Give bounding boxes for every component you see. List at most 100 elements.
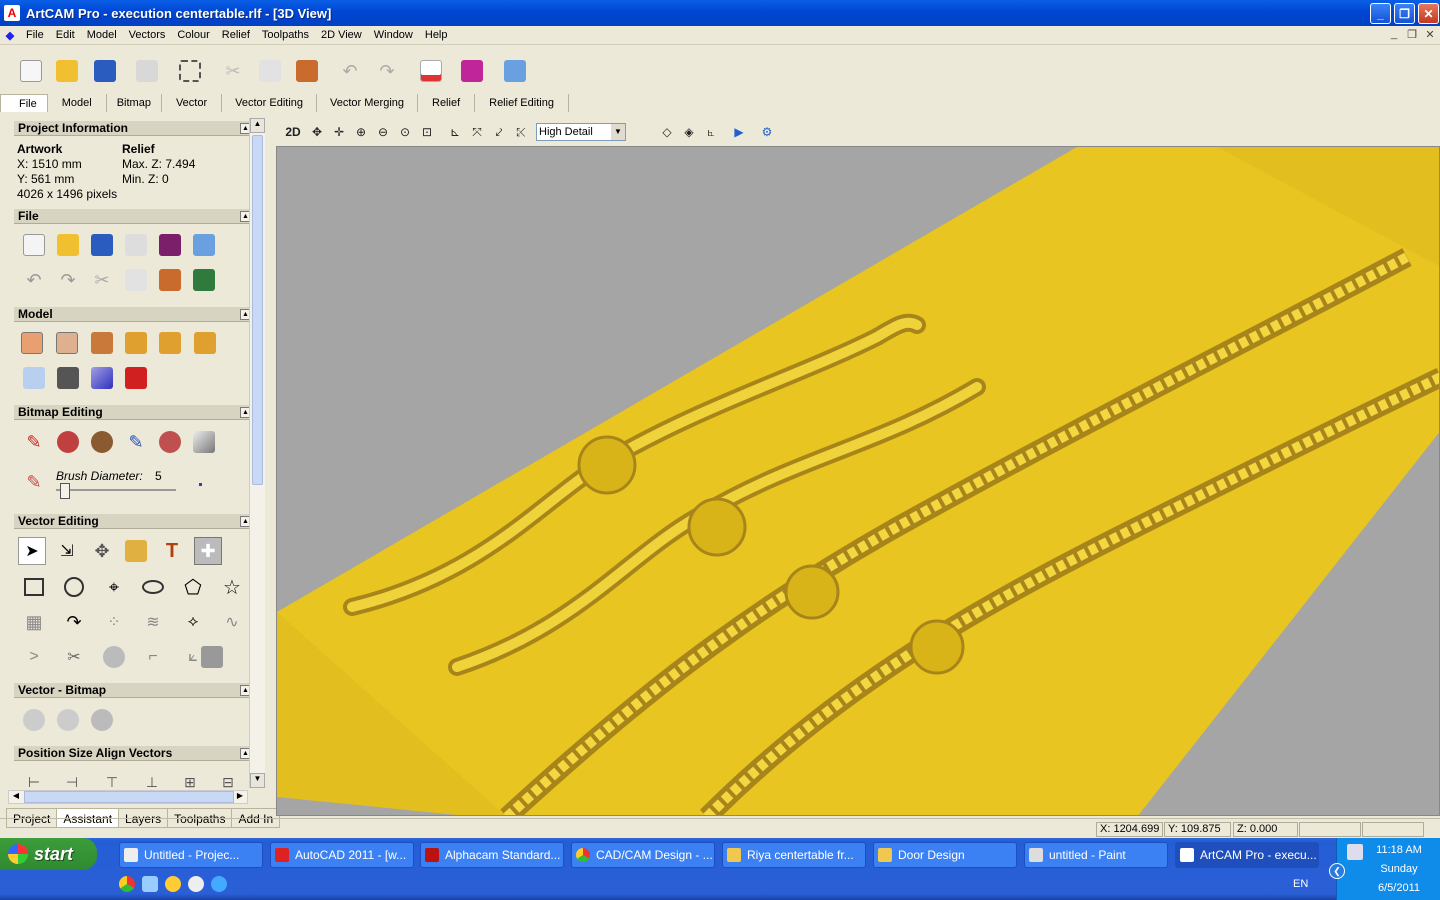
section-file[interactable]: File ▲ bbox=[14, 209, 254, 224]
task-paint[interactable]: untitled - Paint bbox=[1024, 842, 1168, 868]
trim-icon[interactable]: ✂ bbox=[60, 643, 88, 671]
open-folder-icon[interactable] bbox=[52, 56, 82, 86]
axes-icon[interactable]: ⦜ bbox=[700, 122, 722, 142]
task-cadcam-design[interactable]: CAD/CAM Design - ... bbox=[571, 842, 715, 868]
task-riya-centertable[interactable]: Riya centertable fr... bbox=[722, 842, 866, 868]
ellipse-icon[interactable] bbox=[139, 573, 167, 601]
zoom-box-icon[interactable]: ⊙ bbox=[394, 122, 416, 142]
circle-icon[interactable] bbox=[60, 573, 88, 601]
model-paint-icon[interactable] bbox=[122, 364, 150, 392]
panel-vertical-scrollbar[interactable]: ▲ ▼ bbox=[249, 118, 265, 788]
vector-to-bitmap-icon[interactable] bbox=[20, 706, 48, 734]
section-vector-editing[interactable]: Vector Editing ▲ bbox=[14, 514, 254, 529]
select-area-icon[interactable] bbox=[175, 56, 205, 86]
language-indicator[interactable]: EN bbox=[1293, 878, 1308, 890]
task-untitled-project[interactable]: Untitled - Projec... bbox=[119, 842, 263, 868]
detail-level-select[interactable]: High Detail ▼ bbox=[536, 123, 626, 141]
print-model-icon[interactable] bbox=[122, 231, 150, 259]
maximize-button[interactable]: ❐ bbox=[1394, 3, 1415, 24]
ribbon-tab-model[interactable]: Model bbox=[48, 94, 107, 112]
text-library-icon[interactable] bbox=[190, 266, 218, 294]
x-view-icon[interactable]: ⤧ bbox=[466, 122, 488, 142]
new-file-icon[interactable] bbox=[16, 56, 46, 86]
new-model-icon[interactable] bbox=[20, 231, 48, 259]
redo-icon[interactable]: ↷ bbox=[372, 56, 402, 86]
menu-window[interactable]: Window bbox=[368, 29, 419, 41]
fill-icon[interactable] bbox=[54, 428, 82, 456]
wireframe-icon[interactable]: ◇ bbox=[656, 122, 678, 142]
section-vector-bitmap[interactable]: Vector - Bitmap ▲ bbox=[14, 683, 254, 698]
model-origin-icon[interactable] bbox=[20, 364, 48, 392]
split-icon[interactable]: ⟡ bbox=[179, 608, 207, 636]
task-alphacam[interactable]: Alphacam Standard... bbox=[420, 842, 564, 868]
section-position-size-align[interactable]: Position Size Align Vectors ▲ bbox=[14, 746, 254, 761]
gradient-icon[interactable] bbox=[190, 428, 218, 456]
2d-view-button[interactable]: 2D bbox=[280, 122, 306, 142]
zoom-out-icon[interactable]: ⊖ bbox=[372, 122, 394, 142]
settings-icon[interactable] bbox=[190, 231, 218, 259]
open-model-icon[interactable] bbox=[54, 231, 82, 259]
task-artcam[interactable]: ArtCAM Pro - execu... bbox=[1175, 842, 1319, 868]
quicklaunch-browser-icon[interactable] bbox=[211, 876, 227, 892]
fillet-icon[interactable]: ⌐ bbox=[139, 643, 167, 671]
task-autocad[interactable]: AutoCAD 2011 - [w... bbox=[270, 842, 414, 868]
quicklaunch-ie-icon[interactable] bbox=[142, 876, 158, 892]
cut-panel-icon[interactable]: ✂ bbox=[88, 266, 116, 294]
model-bear-icon[interactable] bbox=[122, 329, 150, 357]
extend-icon[interactable]: > bbox=[20, 643, 48, 671]
nest-icon[interactable] bbox=[100, 643, 128, 671]
mdi-minimize-button[interactable]: _ bbox=[1386, 28, 1402, 42]
create-vector-icon[interactable] bbox=[88, 706, 116, 734]
section-model[interactable]: Model ▲ bbox=[14, 307, 254, 322]
ribbon-tab-relief-editing[interactable]: Relief Editing bbox=[475, 94, 569, 112]
brush-slider-handle[interactable] bbox=[60, 483, 70, 499]
select-arrow-icon[interactable]: ➤ bbox=[18, 537, 46, 565]
star-icon[interactable]: ☆ bbox=[218, 573, 246, 601]
ribbon-tab-vector-editing[interactable]: Vector Editing bbox=[222, 94, 318, 112]
model-resolution-icon[interactable] bbox=[53, 329, 81, 357]
ribbon-tab-vector-merging[interactable]: Vector Merging bbox=[317, 94, 418, 112]
cut-icon[interactable]: ✂ bbox=[218, 56, 248, 86]
tutorial-icon[interactable] bbox=[156, 231, 184, 259]
light-icon[interactable]: ⚙ bbox=[756, 122, 778, 142]
zoom-fit-icon[interactable]: ⊡ bbox=[416, 122, 438, 142]
copy-panel-icon[interactable] bbox=[122, 266, 150, 294]
undo-panel-icon[interactable]: ↶ bbox=[20, 266, 48, 294]
paste-panel-icon[interactable] bbox=[156, 266, 184, 294]
undo-icon[interactable]: ↶ bbox=[335, 56, 365, 86]
menu-file[interactable]: File bbox=[20, 29, 50, 41]
paste-icon[interactable] bbox=[292, 56, 322, 86]
shaded-icon[interactable]: ◈ bbox=[678, 122, 700, 142]
polyline-icon[interactable]: ⌖ bbox=[100, 573, 128, 601]
menu-2d-view[interactable]: 2D View bbox=[315, 29, 368, 41]
model-mirror-icon[interactable] bbox=[191, 329, 219, 357]
panel-horizontal-scrollbar[interactable]: ◀ ▶ bbox=[8, 790, 248, 804]
task-door-design[interactable]: Door Design bbox=[873, 842, 1017, 868]
chevron-left-icon[interactable]: ❮ bbox=[1329, 863, 1345, 879]
quicklaunch-chrome-icon[interactable] bbox=[119, 876, 135, 892]
ribbon-tab-relief[interactable]: Relief bbox=[418, 94, 476, 112]
3d-view[interactable] bbox=[276, 146, 1440, 816]
section-bitmap-editing[interactable]: Bitmap Editing ▲ bbox=[14, 405, 254, 420]
menu-colour[interactable]: Colour bbox=[171, 29, 215, 41]
help-book-icon[interactable] bbox=[457, 56, 487, 86]
model-position-icon[interactable] bbox=[88, 329, 116, 357]
palette-icon[interactable] bbox=[88, 428, 116, 456]
bitmap-outline-icon[interactable] bbox=[54, 706, 82, 734]
move-icon[interactable]: ✛ bbox=[328, 122, 350, 142]
smooth-icon[interactable]: ∿ bbox=[218, 608, 246, 636]
flood-fill-icon[interactable] bbox=[156, 428, 184, 456]
polygon-icon[interactable]: ⬠ bbox=[179, 573, 207, 601]
play-icon[interactable]: ▶ bbox=[728, 122, 750, 142]
menu-toolpaths[interactable]: Toolpaths bbox=[256, 29, 315, 41]
node-edit-icon[interactable]: ⇲ bbox=[53, 537, 81, 565]
model-flip-icon[interactable] bbox=[156, 329, 184, 357]
section-project-information[interactable]: Project Information ▲ bbox=[14, 121, 254, 136]
menu-model[interactable]: Model bbox=[81, 29, 123, 41]
save-model-icon[interactable] bbox=[88, 231, 116, 259]
start-button[interactable]: start bbox=[0, 838, 97, 870]
print-icon[interactable] bbox=[132, 56, 162, 86]
wrap-icon[interactable]: ≋ bbox=[139, 608, 167, 636]
menu-vectors[interactable]: Vectors bbox=[123, 29, 172, 41]
text-tool-icon[interactable]: T bbox=[158, 537, 186, 565]
